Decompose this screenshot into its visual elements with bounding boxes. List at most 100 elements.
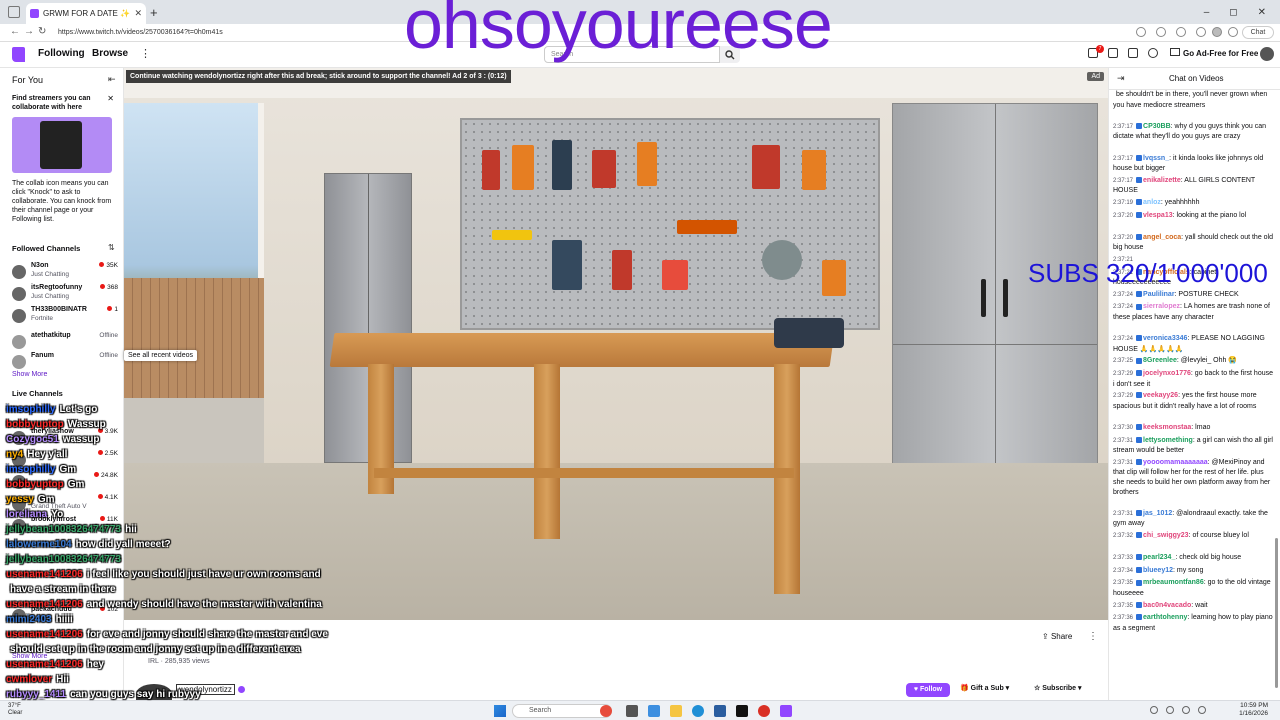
chat-message[interactable]: 2:37:24 sierralopez: LA homes are trash n… — [1113, 302, 1273, 322]
windows-start-icon[interactable] — [494, 705, 506, 717]
prime-icon[interactable] — [1128, 48, 1138, 58]
chat-username[interactable]: veekayy26 — [1143, 392, 1178, 399]
more-options-icon[interactable]: ⋮ — [1088, 631, 1098, 642]
ad-badge[interactable]: Ad — [1087, 72, 1104, 81]
following-link[interactable]: Following — [38, 48, 85, 59]
browser-menu-icon[interactable] — [1228, 27, 1238, 37]
chat-username[interactable]: CP30BB — [1143, 123, 1171, 130]
copilot-chat-button[interactable]: Chat — [1242, 26, 1274, 39]
followed-channel[interactable]: itsRegtoofunny Just Chatting 368 — [12, 284, 120, 306]
gift-sub-button[interactable]: 🎁 Gift a Sub ▾ — [960, 684, 1009, 692]
chat-username[interactable]: 8Greenlee — [1143, 357, 1177, 364]
chat-username[interactable]: pearl234_ — [1143, 554, 1175, 561]
chat-username[interactable]: vlespa13 — [1143, 212, 1173, 219]
new-tab-button[interactable]: + — [150, 5, 158, 20]
refresh-icon[interactable]: ↻ — [38, 26, 46, 37]
collapse-sidebar-icon[interactable]: ⇤ — [108, 74, 116, 85]
subscribe-button[interactable]: ☆ Subscribe ▾ — [1034, 684, 1082, 692]
app-icon[interactable] — [600, 705, 612, 717]
chat-username[interactable]: lvqssn_ — [1143, 155, 1169, 162]
favorite-icon[interactable] — [1136, 27, 1146, 37]
chrome-icon[interactable] — [758, 705, 770, 717]
tray-chevron-icon[interactable] — [1150, 706, 1158, 714]
chat-message[interactable]: be shouldn't be in there, you'll never g… — [1113, 90, 1273, 110]
chat-message[interactable]: 2:37:29 jocelynxo1776: go back to the fir… — [1113, 369, 1273, 389]
sort-icon[interactable]: ⇅ — [108, 243, 115, 252]
show-more-link[interactable]: Show More — [12, 371, 47, 378]
chat-message[interactable]: 2:37:35 mrbeaumontfan86: go to the old vi… — [1113, 578, 1273, 598]
chat-message[interactable]: 2:37:17 lvqssn_: it kinda looks like john… — [1113, 154, 1273, 174]
browse-link[interactable]: Browse — [92, 48, 128, 59]
go-ad-free-button[interactable]: Go Ad-Free for Free — [1170, 48, 1258, 58]
follow-button[interactable]: ♥ Follow — [906, 683, 950, 697]
user-avatar[interactable] — [1260, 47, 1274, 61]
chat-message[interactable]: 2:37:35 bac0n4vacado: wait — [1113, 601, 1273, 612]
taskbar-search[interactable]: Search — [512, 704, 612, 718]
chat-message[interactable]: 2:37:29 veekayy26: yes the first house mo… — [1113, 391, 1273, 411]
chat-username[interactable]: chi_swiggy23 — [1143, 532, 1189, 539]
chat-username[interactable]: jocelynxo1776 — [1143, 370, 1191, 377]
twitch-app-icon[interactable] — [780, 705, 792, 717]
chat-message[interactable]: 2:37:31 yoooomamaaaaaaa: @MexiPinoy and t… — [1113, 458, 1273, 497]
chat-message[interactable]: 2:37:34 blueey12: my song — [1113, 566, 1273, 577]
chat-username[interactable]: angel_coca — [1143, 234, 1181, 241]
followed-channel[interactable]: N3on Just Chatting 35K — [12, 262, 120, 284]
chat-username[interactable]: mrbeaumontfan86 — [1143, 579, 1204, 586]
chat-message[interactable]: 2:37:19 anloz: yeahhhhhh — [1113, 198, 1273, 209]
chat-message[interactable]: 2:37:24 veronica3346: PLEASE NO LAGGING H… — [1113, 334, 1273, 354]
chat-message[interactable]: 2:37:25 8Greenlee: @levylei_ Ohh 😭 — [1113, 356, 1273, 367]
chat-message[interactable]: 2:37:31 lettysomething: a girl can wish t… — [1113, 436, 1273, 456]
task-view-icon[interactable] — [626, 705, 638, 717]
chat-message[interactable]: 2:37:30 keeksmonstaa: lmao — [1113, 423, 1273, 434]
close-tab-icon[interactable]: ✕ — [134, 8, 142, 19]
chat-username[interactable]: blueey12 — [1143, 567, 1173, 574]
collections-icon[interactable] — [1176, 27, 1186, 37]
chat-message[interactable]: 2:37:17 enikalizette: ALL GIRLS CONTENT H… — [1113, 176, 1273, 196]
whispers-icon[interactable] — [1108, 48, 1118, 58]
chat-username[interactable]: yoooomamaaaaaaa — [1143, 459, 1208, 466]
extensions-icon[interactable] — [1156, 27, 1166, 37]
maximize-button[interactable]: ◻ — [1229, 7, 1237, 18]
share-button[interactable]: ⇪ Share — [1042, 632, 1072, 641]
chat-username[interactable]: anloz — [1143, 199, 1161, 206]
followed-channel[interactable]: TH33B00BINATR Fortnite 1 — [12, 306, 120, 328]
profile-icon[interactable] — [1212, 27, 1222, 37]
chat-username[interactable]: lettysomething — [1143, 437, 1193, 444]
more-options-icon[interactable]: ⋮ — [140, 47, 151, 60]
chat-username[interactable]: Paulilinar — [1143, 291, 1175, 298]
forward-icon[interactable]: → — [24, 26, 34, 37]
chat-message[interactable]: 2:37:17 CP30BB: why d you guys think you … — [1113, 122, 1273, 142]
chat-username[interactable]: sierralopez — [1143, 303, 1180, 310]
minimize-button[interactable]: – — [1204, 7, 1210, 18]
browser-tab[interactable]: GRWM FOR A DATE ✨ ☕ ✕ — [26, 3, 146, 24]
chat-username[interactable]: jas_1012 — [1143, 510, 1172, 517]
chat-username[interactable]: bac0n4vacado — [1143, 602, 1191, 609]
followed-channel[interactable]: atethatkitup Offline — [12, 332, 120, 354]
chat-username[interactable]: earthtohenny — [1143, 614, 1187, 621]
wifi-icon[interactable] — [1166, 706, 1174, 714]
bits-icon[interactable] — [1148, 48, 1158, 58]
chat-message[interactable]: 2:37:31 jas_1012: @alondraaul exactly. ta… — [1113, 509, 1273, 529]
weather-widget[interactable]: 37°F Clear — [8, 703, 22, 717]
chat-message[interactable]: 2:37:24 Paulilinar: POSTURE CHECK — [1113, 290, 1273, 301]
downloads-icon[interactable] — [1196, 27, 1206, 37]
chat-username[interactable]: keeksmonstaa — [1143, 424, 1191, 431]
chat-message[interactable]: 2:37:36 earthtohenny: learning how to pla… — [1113, 613, 1273, 633]
chat-scrollbar[interactable] — [1275, 538, 1278, 688]
tiktok-icon[interactable] — [736, 705, 748, 717]
back-icon[interactable]: ← — [10, 26, 20, 37]
collapse-chat-icon[interactable]: ⇥ — [1117, 73, 1125, 84]
close-icon[interactable]: ✕ — [107, 94, 114, 103]
chat-message[interactable]: 2:37:20 angel_coca: yall should check out… — [1113, 233, 1273, 253]
system-clock[interactable]: 10:59 PM 1/16/2026 — [1239, 702, 1268, 718]
tab-list-icon[interactable] — [8, 6, 20, 18]
close-window-button[interactable]: ✕ — [1258, 7, 1266, 18]
battery-icon[interactable] — [1198, 706, 1206, 714]
chat-message[interactable]: 2:37:20 vlespa13: looking at the piano lo… — [1113, 211, 1273, 222]
store-icon[interactable] — [714, 705, 726, 717]
twitch-logo-icon[interactable] — [12, 47, 25, 62]
copilot-icon[interactable] — [648, 705, 660, 717]
file-explorer-icon[interactable] — [670, 705, 682, 717]
chat-username[interactable]: enikalizette — [1143, 177, 1181, 184]
chat-username[interactable]: veronica3346 — [1143, 335, 1187, 342]
